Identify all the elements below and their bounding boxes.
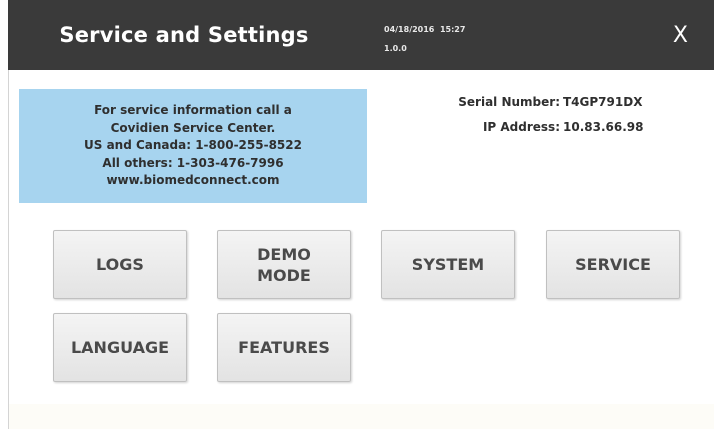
serial-number-row: Serial Number: T4GP791DX — [400, 95, 700, 115]
footer-area — [9, 404, 714, 429]
serial-number-label: Serial Number: — [458, 95, 560, 109]
logs-button-label: LOGS — [96, 255, 144, 274]
service-info-panel: For service information call a Covidien … — [19, 89, 367, 203]
language-button-label: LANGUAGE — [70, 338, 170, 357]
version: 1.0.0 — [384, 44, 407, 53]
service-info-line: For service information call a — [94, 103, 292, 118]
service-info-line: All others: 1-303-476-7996 — [102, 155, 284, 170]
features-button[interactable]: FEATURES — [217, 313, 351, 382]
header-bar: Service and Settings 04/18/2016 15:27 1.… — [8, 0, 714, 70]
service-button-label: SERVICE — [575, 255, 651, 274]
service-info-line: Covidien Service Center. — [110, 120, 276, 135]
ip-address-value: 10.83.66.98 — [563, 120, 644, 134]
system-button-label: SYSTEM — [411, 255, 485, 274]
ip-address-label: IP Address: — [482, 120, 560, 134]
ip-address-row: IP Address: 10.83.66.98 — [400, 120, 700, 140]
language-button[interactable]: LANGUAGE — [53, 313, 187, 382]
service-button[interactable]: SERVICE — [546, 230, 680, 299]
service-info-line: US and Canada: 1-800-255-8522 — [84, 138, 302, 153]
frame-border — [8, 70, 9, 429]
page-title: Service and Settings — [59, 23, 309, 47]
header-meta: 04/18/2016 15:27 1.0.0 — [384, 20, 465, 58]
service-info-line: www.biomedconnect.com — [106, 173, 280, 188]
demo-mode-button[interactable]: DEMO MODE — [217, 230, 351, 299]
serial-number-value: T4GP791DX — [563, 95, 643, 109]
logs-button[interactable]: LOGS — [53, 230, 187, 299]
system-button[interactable]: SYSTEM — [381, 230, 515, 299]
features-button-label: FEATURES — [238, 338, 330, 357]
date-time: 04/18/2016 15:27 — [384, 25, 466, 34]
close-button[interactable]: X — [673, 0, 688, 70]
demo-mode-button-label: DEMO MODE — [257, 244, 311, 285]
